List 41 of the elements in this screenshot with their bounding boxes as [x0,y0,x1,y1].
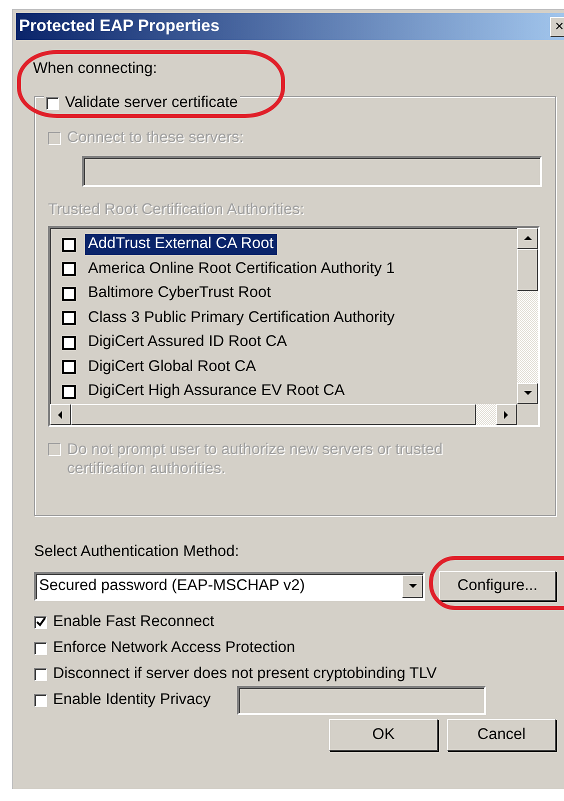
checkbox[interactable] [62,262,76,276]
certificate-list[interactable] [48,226,540,428]
checkbox-label[interactable]: Disconnect if server does not present cryptobinding TLV [53,664,437,684]
checkbox[interactable] [62,336,76,350]
list-item[interactable]: AddTrust External CA Root [85,234,277,255]
close-button[interactable]: × [550,16,564,36]
checkbox[interactable] [62,238,76,252]
list-item[interactable]: America Online Root Certification Authority 1 [85,258,398,280]
configure-button[interactable]: Configure... [439,571,556,602]
checkbox[interactable] [34,694,47,707]
checkbox[interactable] [62,311,76,326]
checkbox[interactable] [46,96,59,110]
list-item[interactable]: Class 3 Public Primary Certification Authority [85,308,398,328]
checkbox[interactable] [62,286,76,301]
dropdown-button[interactable] [402,574,423,598]
checkbox[interactable] [62,360,76,374]
checkbox[interactable] [34,668,47,681]
scroll-right-button[interactable] [496,404,517,426]
window-title: Protected EAP Properties [19,16,220,36]
identity-field[interactable] [236,686,486,715]
checkbox-label[interactable]: Enable Fast Reconnect [53,612,214,632]
checkbox[interactable] [34,642,47,655]
section-label: Select Authentication Method: [34,542,240,562]
checkbox-label[interactable]: Enforce Network Access Protection [53,638,296,658]
list-item[interactable]: DigiCert Assured ID Root CA [85,332,290,353]
scroll-down-button[interactable] [517,383,538,404]
scroll-thumb[interactable] [517,249,538,292]
vertical-scrollbar[interactable] [517,228,538,404]
section-label: When connecting: [33,60,158,79]
list-item[interactable]: DigiCert High Assurance EV Root CA [85,381,348,402]
scroll-up-button[interactable] [517,228,538,250]
checkbox[interactable] [34,616,47,629]
checkbox[interactable] [62,384,76,399]
method-dropdown[interactable]: Secured password (EAP-MSCHAP v2) [34,572,425,601]
list-item[interactable]: Baltimore CyberTrust Root [85,283,274,304]
dropdown-value: Secured password (EAP-MSCHAP v2) [39,576,305,596]
checkbox-label[interactable]: Enable Identity Privacy [53,690,211,710]
ok-button[interactable]: OK [329,719,438,752]
list-item[interactable]: DigiCert Global Root CA [85,356,259,378]
cancel-button[interactable]: Cancel [447,719,556,752]
scroll-left-button[interactable] [50,404,71,426]
